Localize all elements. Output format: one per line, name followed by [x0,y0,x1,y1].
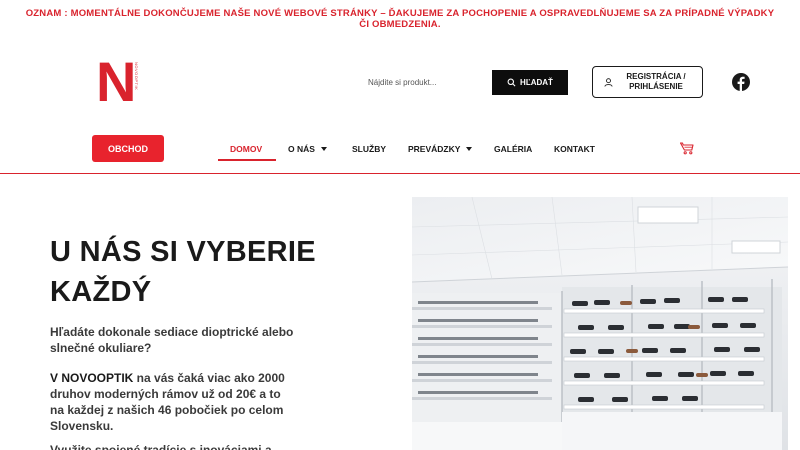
nav-label-contact: KONTAKT [554,143,595,154]
nav-item-branches[interactable]: PREVÁDZKY [408,135,473,162]
site-logo[interactable]: N NOVOOPTIK [96,54,140,110]
nav-item-home[interactable]: DOMOV [230,135,262,162]
announcement-line-1: OZNAM : MOMENTÁLNE DOKONČUJEME NAŠE NOVÉ… [25,8,775,19]
store-interior-photo [412,197,788,450]
hero-title-line-2: KAŽDÝ [50,276,152,308]
chevron-down-icon [466,146,473,151]
nav-item-gallery[interactable]: GALÉRIA [494,135,532,162]
nav-item-about[interactable]: O NÁS [288,135,327,162]
nav-label-home: DOMOV [230,143,263,154]
nav-label-gallery: GALÉRIA [494,143,533,154]
hero-title-line-1: U NÁS SI VYBERIE [50,236,316,268]
header-divider [0,173,800,174]
announcement-banner: OZNAM : MOMENTÁLNE DOKONČUJEME NAŠE NOVÉ… [0,8,800,30]
nav-label-services: SLUŽBY [352,143,386,154]
chevron-down-icon [320,146,327,151]
register-login-button[interactable]: REGISTRÁCIA / PRIHLÁSENIE [592,66,703,98]
user-icon [604,77,613,87]
register-login-label: REGISTRÁCIA / PRIHLÁSENIE [626,72,686,91]
nav-item-contact[interactable]: KONTAKT [554,135,595,162]
hero-paragraph-1: Hľadáte dokonale sediace dioptrické aleb… [50,325,294,355]
nav-label-branches: PREVÁDZKY [408,143,461,154]
cart-icon[interactable] [680,142,694,155]
search-icon [507,78,516,87]
logo-vertical-text: NOVOOPTIK [134,62,139,91]
shop-button[interactable]: OBCHOD [92,135,164,162]
search-input[interactable] [360,70,488,94]
hero-paragraph-3: Využite spojené tradície s inováciami a [50,443,272,450]
hero-title: U NÁS SI VYBERIE KAŽDÝ [50,232,370,312]
facebook-icon[interactable] [732,73,750,91]
nav-label-about: O NÁS [288,143,315,154]
search-button-label: HĽADAŤ [520,78,553,87]
nav-item-services[interactable]: SLUŽBY [352,135,386,162]
hero-paragraph-2: V NOVOOPTIK na vás čaká viac ako 2000 dr… [50,370,295,434]
store-interior-image [412,197,788,450]
announcement-line-2: ČI OBMEDZENIA. [359,19,441,30]
active-nav-underline [218,159,276,161]
brand-name: V NOVOOPTIK [50,371,134,385]
search-button[interactable]: HĽADAŤ [492,70,568,95]
